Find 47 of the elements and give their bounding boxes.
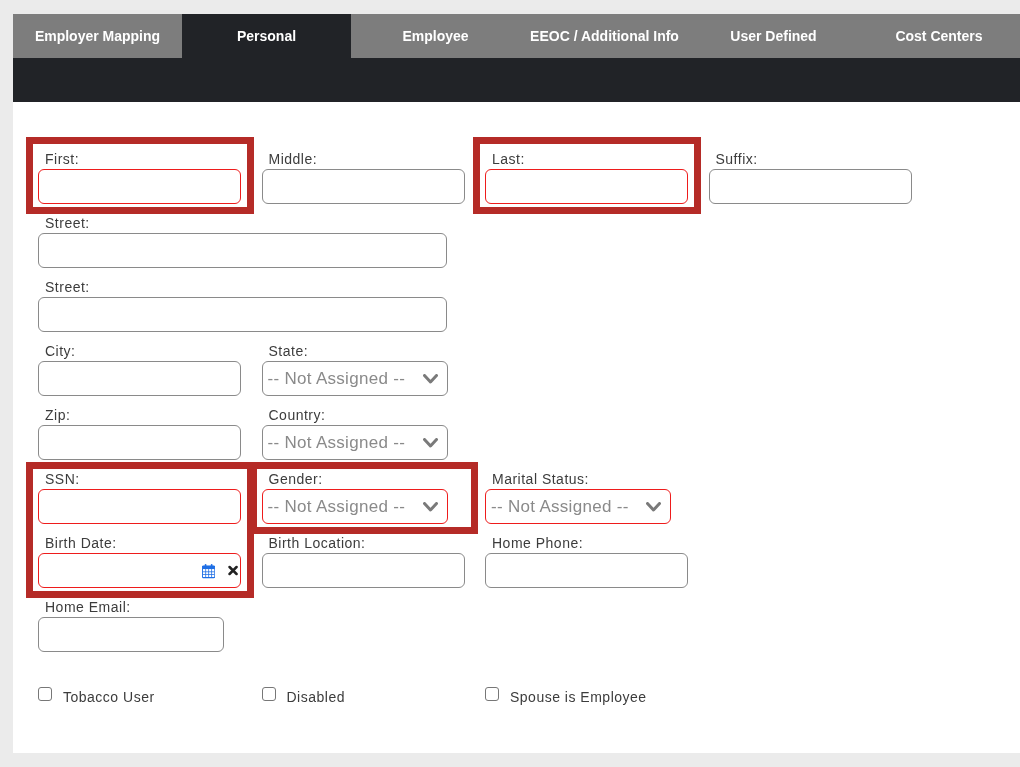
text-field[interactable] bbox=[708, 169, 912, 204]
dropdown[interactable]: -- Not Assigned -- bbox=[261, 425, 448, 460]
date-field[interactable] bbox=[38, 553, 241, 588]
field-label: Last: bbox=[492, 151, 525, 167]
field-label: First: bbox=[45, 151, 80, 167]
chevron-down-icon bbox=[646, 501, 661, 512]
text-field[interactable] bbox=[38, 169, 241, 204]
field-label: Zip: bbox=[45, 407, 71, 423]
text-field[interactable] bbox=[38, 361, 241, 396]
checkbox[interactable] bbox=[38, 687, 52, 701]
text-field[interactable] bbox=[485, 169, 688, 204]
field-label: State: bbox=[268, 343, 309, 359]
checkbox-label: Spouse is Employee bbox=[510, 689, 647, 705]
calendar-icon[interactable] bbox=[201, 561, 215, 580]
field-label: SSN: bbox=[45, 471, 80, 487]
tab[interactable]: Personal bbox=[182, 14, 351, 58]
dropdown[interactable]: -- Not Assigned -- bbox=[485, 489, 671, 524]
text-field[interactable] bbox=[38, 297, 447, 332]
chevron-down-icon bbox=[422, 373, 438, 384]
field-label: Gender: bbox=[268, 471, 323, 487]
field-label: Street: bbox=[45, 215, 90, 231]
text-field[interactable] bbox=[261, 169, 465, 204]
text-field[interactable] bbox=[38, 233, 447, 268]
checkbox[interactable] bbox=[485, 687, 499, 701]
chevron-down-icon bbox=[422, 437, 438, 448]
field-label: Home Email: bbox=[45, 599, 131, 615]
text-field[interactable] bbox=[38, 617, 224, 652]
field-label: Marital Status: bbox=[492, 471, 589, 487]
chevron-down-icon bbox=[422, 501, 438, 512]
field-label: Suffix: bbox=[715, 151, 758, 167]
dropdown[interactable]: -- Not Assigned -- bbox=[261, 489, 448, 524]
field-label: Birth Date: bbox=[45, 535, 117, 551]
text-field[interactable] bbox=[261, 553, 465, 588]
checkbox[interactable] bbox=[261, 687, 276, 701]
checkbox-label: Disabled bbox=[286, 689, 345, 705]
field-label: City: bbox=[45, 343, 76, 359]
field-label: Home Phone: bbox=[492, 535, 584, 551]
checkbox-label: Tobacco User bbox=[63, 689, 155, 705]
dropdown[interactable]: -- Not Assigned -- bbox=[261, 361, 448, 396]
text-field[interactable] bbox=[38, 425, 241, 460]
field-label: Birth Location: bbox=[268, 535, 366, 551]
field-label: Country: bbox=[268, 407, 326, 423]
field-label: Middle: bbox=[268, 151, 318, 167]
text-field[interactable] bbox=[485, 553, 688, 588]
field-label: Street: bbox=[45, 279, 90, 295]
cross-icon[interactable] bbox=[227, 564, 238, 577]
text-field[interactable] bbox=[38, 489, 241, 524]
